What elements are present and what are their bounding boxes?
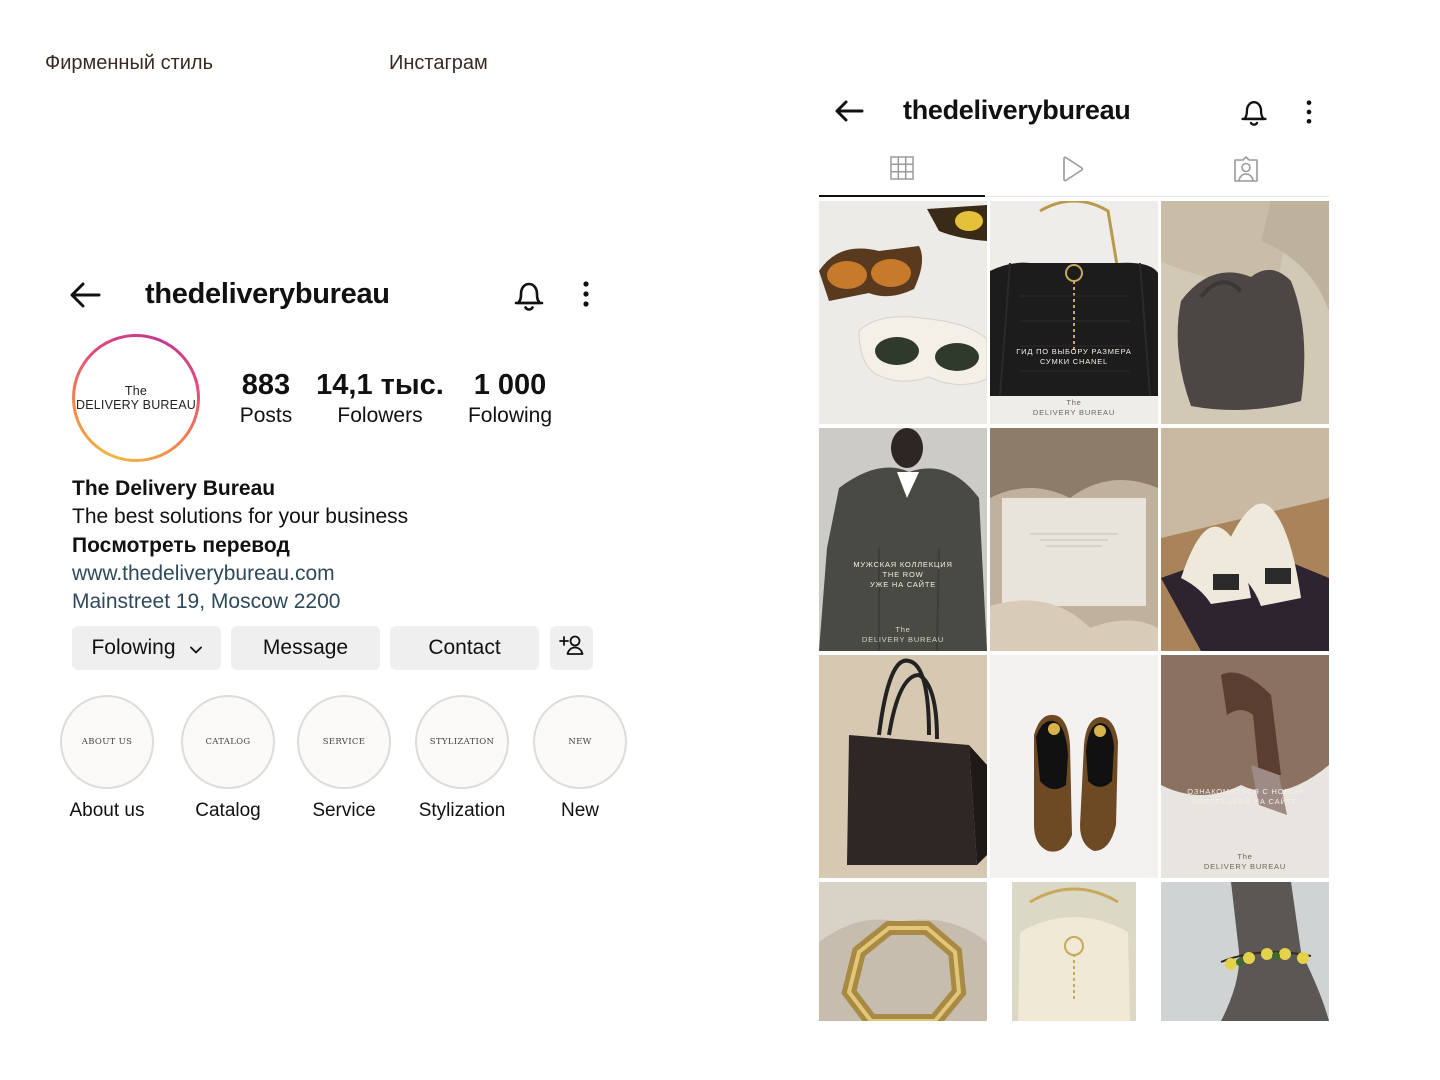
section-label-instagram: Инстаграм	[389, 52, 488, 74]
highlight-cover: STYLIZATION	[415, 695, 509, 789]
post-leopard-flats[interactable]	[990, 655, 1158, 878]
new-collection-caption-line2: КОЛЛЕКЦИЕЙ НА САЙТЕ	[1192, 797, 1298, 806]
address-link[interactable]: Mainstreet 19, Moscow 2200	[72, 588, 612, 616]
add-user-icon	[558, 634, 586, 662]
post-new-collection[interactable]: ОЗНАКОМИТЬСЯ С НОВОЙ КОЛЛЕКЦИЕЙ НА САЙТЕ…	[1161, 655, 1329, 878]
avatar-logo: The DELIVERY BUREAU	[75, 337, 197, 459]
highlight-label: About us	[69, 800, 145, 821]
tab-grid[interactable]	[819, 145, 985, 197]
play-icon	[1059, 155, 1085, 188]
new-collection-caption-line1: ОЗНАКОМИТЬСЯ С НОВОЙ	[1187, 787, 1303, 796]
the-row-caption-line1: МУЖСКАЯ КОЛЛЕКЦИЯ	[853, 560, 953, 569]
highlight-new[interactable]: NEW New	[533, 695, 627, 822]
post-the-row-menswear[interactable]: МУЖСКАЯ КОЛЛЕКЦИЯ THE ROW УЖЕ НА САЙТЕ T…	[819, 428, 987, 651]
section-label-brand-style: Фирменный стиль	[45, 52, 213, 74]
brand-signature-name: DELIVERY BUREAU	[1032, 408, 1116, 417]
post-chanel-size-guide[interactable]: ГИД ПО ВЫБОРУ РАЗМЕРА СУМКИ CHANEL The D…	[990, 201, 1158, 424]
more-options-icon[interactable]	[1305, 99, 1313, 130]
new-collection-caption: ОЗНАКОМИТЬСЯ С НОВОЙ КОЛЛЕКЦИЕЙ НА САЙТЕ	[1161, 787, 1329, 807]
feed-header: thedeliverybureau	[819, 85, 1329, 135]
stat-following-count: 1 000	[473, 369, 547, 401]
stat-following[interactable]: 1 000 Folowing	[460, 368, 560, 430]
brand-signature: The DELIVERY BUREAU	[990, 398, 1158, 418]
profile-tagline: The best solutions for your business	[72, 505, 409, 528]
profile-display-name: The Delivery Bureau	[72, 477, 276, 500]
bell-icon[interactable]	[1239, 95, 1269, 132]
post-gold-bracelet[interactable]	[819, 882, 987, 1021]
brand-signature-the: The	[1066, 398, 1082, 407]
profile-tabs	[819, 145, 1329, 197]
highlight-label: New	[560, 800, 599, 821]
brand-signature: The DELIVERY BUREAU	[1161, 852, 1329, 872]
chanel-caption: ГИД ПО ВЫБОРУ РАЗМЕРА СУМКИ CHANEL	[990, 347, 1158, 367]
stat-followers-label: Folowers	[337, 404, 423, 427]
highlight-cover: SERVICE	[297, 695, 391, 789]
message-button[interactable]: Message	[231, 626, 380, 670]
profile-header: thedeliverybureau	[60, 270, 620, 320]
highlight-label: Stylization	[418, 800, 506, 821]
more-options-icon[interactable]	[582, 280, 590, 313]
post-cream-chanel-bag[interactable]	[990, 882, 1158, 1021]
highlight-cover: ABOUT US	[60, 695, 154, 789]
the-row-caption: МУЖСКАЯ КОЛЛЕКЦИЯ THE ROW УЖЕ НА САЙТЕ	[819, 560, 987, 590]
post-sunglasses[interactable]	[819, 201, 987, 424]
back-arrow-icon[interactable]	[68, 278, 102, 317]
stat-posts[interactable]: 883 Posts	[230, 368, 302, 430]
stat-followers-count: 14,1 тыс.	[316, 369, 444, 401]
stat-followers[interactable]: 14,1 тыс. Folowers	[315, 368, 445, 430]
highlight-about-us[interactable]: ABOUT US About us	[60, 695, 154, 822]
brand-signature-the: The	[895, 625, 911, 634]
instagram-feed-mockup: thedeliverybureau ГИД ПО ВЫБОРУ РАЗМЕРА …	[819, 85, 1329, 1025]
chanel-caption-line2: СУМКИ CHANEL	[1039, 357, 1109, 366]
highlight-cover: CATALOG	[181, 695, 275, 789]
following-button-label: Folowing	[91, 636, 176, 659]
stat-following-label: Folowing	[467, 404, 553, 427]
profile-bio: The Delivery Bureau The best solutions f…	[72, 475, 612, 616]
tab-tagged[interactable]	[1163, 145, 1329, 197]
brand-signature-name: DELIVERY BUREAU	[1203, 862, 1287, 871]
website-link[interactable]: www.thedeliverybureau.com	[72, 560, 612, 588]
avatar[interactable]: The DELIVERY BUREAU	[72, 334, 200, 462]
brand-signature-the: The	[1237, 852, 1253, 861]
highlight-cover: NEW	[533, 695, 627, 789]
profile-username: thedeliverybureau	[145, 278, 390, 310]
chevron-down-icon	[189, 636, 202, 660]
add-user-button[interactable]	[550, 626, 593, 670]
post-heels[interactable]	[1161, 428, 1329, 651]
highlight-service[interactable]: SERVICE Service	[297, 695, 391, 822]
brand-signature-name: DELIVERY BUREAU	[861, 635, 945, 644]
highlight-stylization[interactable]: STYLIZATION Stylization	[415, 695, 509, 822]
contact-button[interactable]: Contact	[390, 626, 539, 670]
bell-icon[interactable]	[512, 276, 546, 317]
post-lemon-anklet[interactable]	[1161, 882, 1329, 1021]
tagged-person-icon	[1232, 155, 1260, 188]
post-packaging-card[interactable]	[990, 428, 1158, 651]
stat-posts-label: Posts	[239, 404, 293, 427]
brand-signature: The DELIVERY BUREAU	[819, 625, 987, 645]
grid-icon	[889, 155, 915, 186]
see-translation-link[interactable]: Посмотреть перевод	[72, 532, 612, 560]
chanel-caption-line1: ГИД ПО ВЫБОРУ РАЗМЕРА	[1016, 347, 1132, 356]
the-row-caption-line2: THE ROW	[882, 570, 924, 579]
highlight-catalog[interactable]: CATALOG Catalog	[181, 695, 275, 822]
feed-username: thedeliverybureau	[903, 95, 1131, 125]
avatar-logo-line1: The	[124, 384, 148, 398]
following-button[interactable]: Folowing	[72, 626, 221, 670]
back-arrow-icon[interactable]	[833, 97, 865, 130]
tab-reels[interactable]	[989, 145, 1155, 197]
the-row-caption-line3: УЖЕ НА САЙТЕ	[869, 580, 937, 589]
highlight-label: Catalog	[195, 800, 261, 821]
avatar-logo-line2: DELIVERY BUREAU	[76, 398, 196, 412]
highlight-label: Service	[312, 800, 376, 821]
post-grey-bag[interactable]	[1161, 201, 1329, 424]
stat-posts-count: 883	[241, 369, 291, 401]
post-shopping-bag[interactable]	[819, 655, 987, 878]
